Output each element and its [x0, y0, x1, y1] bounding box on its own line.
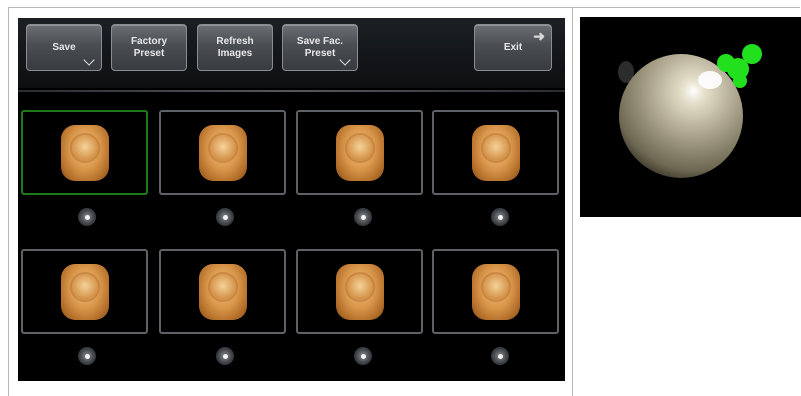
preset-select-dot[interactable]: [216, 208, 234, 226]
preset-select-dot[interactable]: [491, 208, 509, 226]
preset-thumbnail[interactable]: [159, 249, 286, 334]
transducer-pad-image: [198, 124, 247, 181]
transducer-pad-image: [198, 263, 247, 320]
preset-panel: Save Factory Preset Refresh Images Save …: [18, 18, 565, 381]
preset-thumbnail[interactable]: [432, 110, 559, 195]
refresh-images-label: Refresh Images: [216, 35, 254, 59]
transducer-pad-image: [335, 124, 384, 181]
save-fac-preset-label: Save Fac. Preset: [296, 35, 344, 59]
refresh-images-button[interactable]: Refresh Images: [197, 24, 273, 71]
preset-thumbnail[interactable]: [21, 110, 148, 195]
preset-thumbnail[interactable]: [159, 110, 286, 195]
preset-select-dot[interactable]: [491, 347, 509, 365]
table-border-top: [8, 7, 800, 8]
preset-select-dot[interactable]: [216, 347, 234, 365]
preset-thumbnail[interactable]: [21, 249, 148, 334]
preset-thumbnail[interactable]: [296, 110, 423, 195]
table-border-left: [8, 7, 9, 396]
transducer-pad-image: [60, 124, 109, 181]
preset-select-dot[interactable]: [354, 347, 372, 365]
table-border-divider: [572, 7, 573, 396]
probe-ball-graphic: [618, 44, 762, 178]
save-button-label: Save: [52, 41, 76, 53]
preset-thumbnail[interactable]: [296, 249, 423, 334]
preset-select-dot[interactable]: [78, 208, 96, 226]
save-fac-preset-button[interactable]: Save Fac. Preset: [282, 24, 358, 71]
preset-thumbnail[interactable]: [432, 249, 559, 334]
probe-orientation-image: [580, 17, 801, 217]
transducer-pad-image: [471, 124, 520, 181]
transducer-pad-image: [60, 263, 109, 320]
probe-ball: [619, 54, 743, 178]
exit-arrow-icon: ➜: [533, 28, 545, 44]
toolbar-divider: [18, 90, 565, 92]
transducer-pad-image: [335, 263, 384, 320]
factory-preset-label: Factory Preset: [130, 35, 168, 59]
exit-button[interactable]: Exit ➜: [474, 24, 552, 71]
save-button[interactable]: Save: [26, 24, 102, 71]
factory-preset-button[interactable]: Factory Preset: [111, 24, 187, 71]
chevron-down-icon: [83, 54, 95, 66]
probe-highlight: [698, 71, 722, 89]
toolbar: Save Factory Preset Refresh Images Save …: [18, 18, 565, 88]
transducer-pad-image: [471, 263, 520, 320]
preset-select-dot[interactable]: [78, 347, 96, 365]
preset-select-dot[interactable]: [354, 208, 372, 226]
exit-button-label: Exit: [503, 41, 523, 53]
